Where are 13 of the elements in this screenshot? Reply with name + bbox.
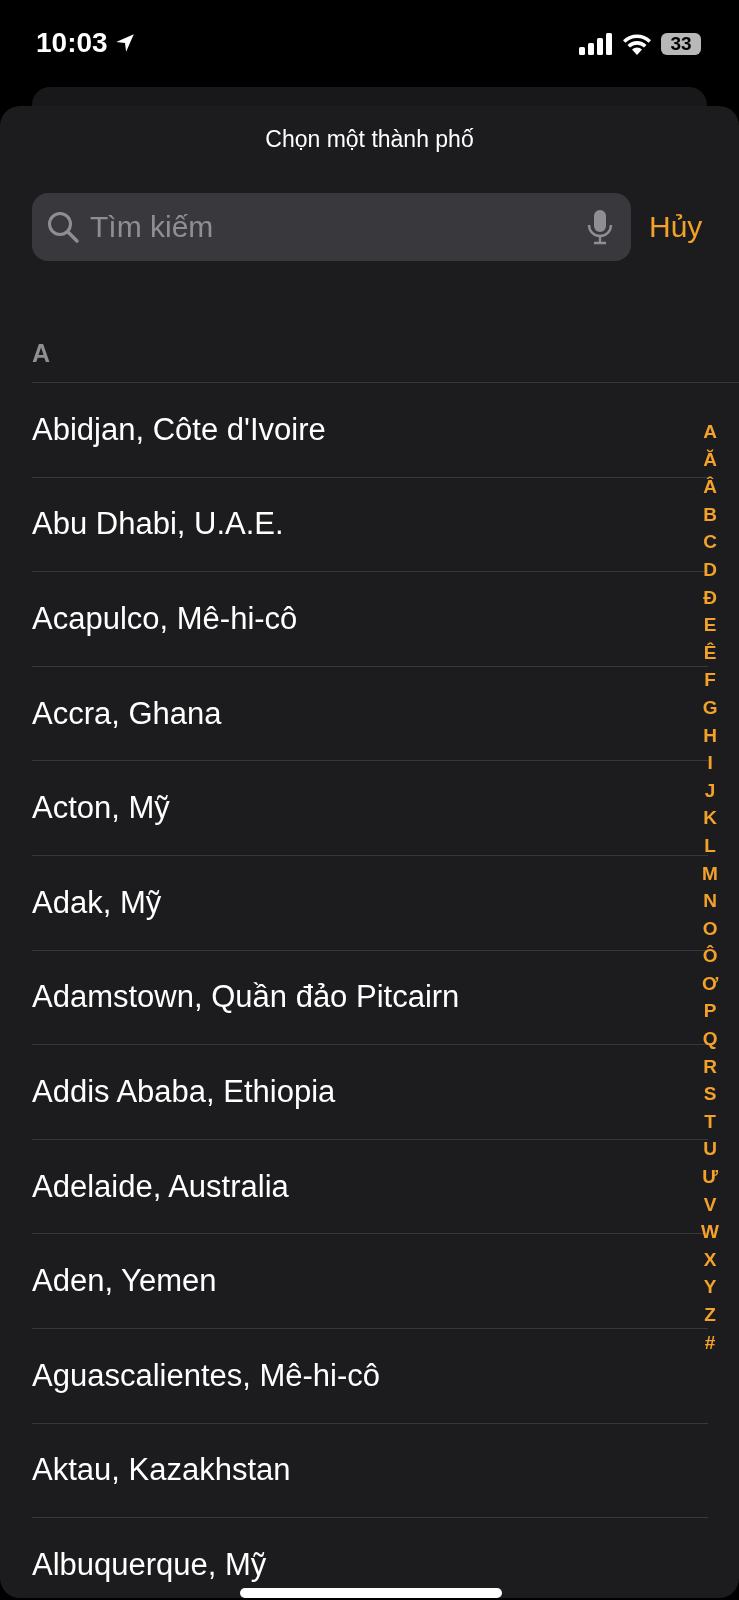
city-row[interactable]: Aktau, Kazakhstan (32, 1423, 708, 1519)
section-header: A (32, 338, 51, 368)
status-time: 10:03 (36, 27, 108, 59)
search-icon (46, 210, 80, 244)
wifi-icon (622, 33, 652, 55)
cancel-button[interactable]: Hủy (649, 210, 703, 244)
search-input[interactable]: Tìm kiếm (90, 210, 577, 244)
search-field[interactable]: Tìm kiếm (32, 193, 631, 261)
sheet-title: Chọn một thành phố (265, 124, 474, 154)
index-letter[interactable]: I (707, 749, 713, 777)
battery-icon: 33 (661, 33, 701, 55)
signal-icon (579, 33, 613, 55)
microphone-icon[interactable] (587, 209, 613, 245)
